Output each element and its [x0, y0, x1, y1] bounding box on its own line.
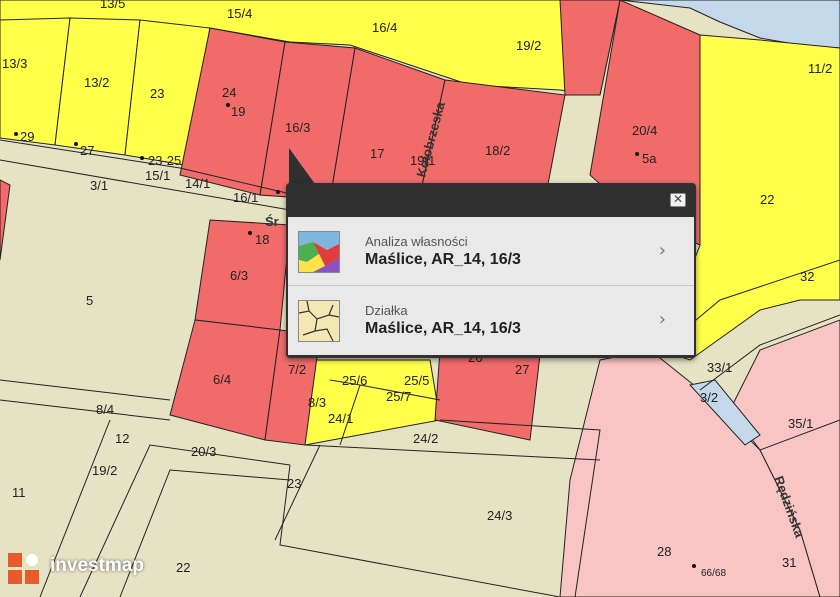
- close-icon[interactable]: ✕: [670, 193, 686, 207]
- parcel-label: 22: [176, 560, 190, 575]
- investmap-logo-icon: [8, 553, 39, 584]
- parcel-label: 23-25: [148, 153, 181, 168]
- ownership-analysis-icon: [298, 231, 340, 273]
- parcel-label: 29: [20, 129, 34, 144]
- popup-pointer: [289, 148, 315, 184]
- parcel-label: 11: [12, 485, 26, 500]
- parcel-label: 32: [800, 269, 814, 284]
- popup-item-ownership-analysis[interactable]: Analiza własności Maślice, AR_14, 16/3 ›: [288, 217, 694, 286]
- parcel-label: 24: [222, 85, 236, 100]
- parcel-label: 24/2: [413, 431, 438, 446]
- parcel-label: 13/2: [84, 75, 109, 90]
- parcel-map-icon: [298, 300, 340, 342]
- parcel-label: 25/6: [342, 373, 367, 388]
- parcel-label: 25/5: [404, 373, 429, 388]
- parcel-label: 7/2: [288, 362, 306, 377]
- parcel-label: 25/7: [386, 389, 411, 404]
- item-title: Maślice, AR_14, 16/3: [365, 320, 521, 337]
- parcel-label: 6/3: [230, 268, 248, 283]
- parcel-label: 28: [657, 544, 671, 559]
- parcel-label: 24/1: [328, 411, 353, 426]
- parcel-label: 19/2: [516, 38, 541, 53]
- parcel-label: 23: [287, 476, 301, 491]
- parcel-label: 18/2: [485, 143, 510, 158]
- parcel-label: 6/4: [213, 372, 231, 387]
- parcel-label: 27: [80, 143, 94, 158]
- parcel-label: 20/3: [191, 444, 216, 459]
- parcel-label: 5a: [642, 151, 657, 166]
- parcel-label: 66/68: [701, 568, 726, 579]
- item-title: Maślice, AR_14, 16/3: [365, 251, 521, 268]
- parcel-label: 14/1: [185, 176, 210, 191]
- parcel-label: 31: [782, 555, 796, 570]
- parcel-label: 18: [255, 232, 269, 247]
- parcel-info-popup: ✕ Analiza własności Maślice, AR_14, 16/3…: [286, 183, 696, 358]
- parcel-label: 8/3: [308, 395, 326, 410]
- parcel-label: 12: [115, 431, 129, 446]
- parcel-label: 13/3: [2, 56, 27, 71]
- parcel-label: 35/1: [788, 416, 813, 431]
- parcel-label: 17: [370, 146, 384, 161]
- logo-text: investmap: [50, 555, 144, 576]
- parcel-label: 3/2: [700, 390, 718, 405]
- street-label: Śr: [265, 214, 279, 229]
- popup-item-parcel[interactable]: Działka Maślice, AR_14, 16/3 ›: [288, 286, 694, 354]
- item-caption: Analiza własności: [365, 234, 468, 249]
- chevron-right-icon: ›: [658, 309, 666, 330]
- parcel-label: 20/4: [632, 123, 657, 138]
- parcel-label: 16/4: [372, 20, 397, 35]
- parcel-label: 8/4: [96, 402, 114, 417]
- parcel-label: 16/1: [233, 190, 258, 205]
- item-caption: Działka: [365, 303, 408, 318]
- parcel-label: 15/1: [145, 168, 170, 183]
- parcel-label: 22: [760, 192, 774, 207]
- parcel-label: 3/1: [90, 178, 108, 193]
- parcel-label: 27: [515, 362, 529, 377]
- parcel-label: 11/2: [808, 61, 832, 76]
- parcel-label: 33/1: [707, 360, 732, 375]
- parcel-label: 24/3: [487, 508, 512, 523]
- chevron-right-icon: ›: [658, 240, 666, 261]
- parcel-label: 5: [86, 293, 93, 308]
- parcel-label: 19: [231, 104, 245, 119]
- parcel-label: 13/5: [100, 0, 125, 11]
- parcel-label: 19/2: [92, 463, 117, 478]
- parcel-label: 15/4: [227, 6, 252, 21]
- parcel-label: 16/3: [285, 120, 310, 135]
- popup-body: Analiza własności Maślice, AR_14, 16/3 ›…: [288, 217, 694, 355]
- parcel-label: 23: [150, 86, 164, 101]
